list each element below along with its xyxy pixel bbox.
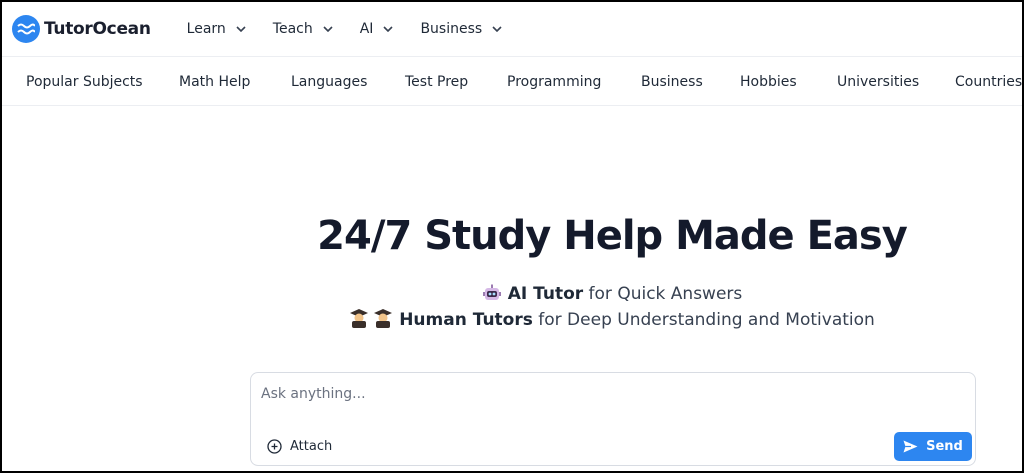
main-menu: Learn Teach AI Business	[187, 21, 530, 37]
nav-item-label: AI	[359, 21, 374, 37]
send-label: Send	[926, 439, 963, 454]
hero-line-human: Human Tutors for Deep Understanding and …	[2, 308, 1022, 333]
brand-logo[interactable]: TutorOcean	[12, 15, 151, 43]
category-test-prep[interactable]: Test Prep	[405, 74, 468, 90]
category-programming[interactable]: Programming	[507, 74, 601, 90]
category-business[interactable]: Business	[641, 74, 703, 90]
wave-icon	[12, 15, 40, 43]
plus-circle-icon	[267, 439, 282, 454]
category-math-help[interactable]: Math Help	[179, 74, 250, 90]
nav-item-ai[interactable]: AI	[360, 21, 394, 37]
category-hobbies[interactable]: Hobbies	[740, 74, 797, 90]
category-popular-subjects[interactable]: Popular Subjects	[26, 74, 143, 90]
category-languages[interactable]: Languages	[291, 74, 367, 90]
nav-item-business[interactable]: Business	[420, 21, 502, 37]
hero-title: 24/7 Study Help Made Easy	[317, 213, 908, 259]
brand-name: TutorOcean	[44, 19, 151, 39]
category-countries[interactable]: Countries	[955, 74, 1022, 90]
chevron-down-icon	[236, 26, 246, 32]
nav-item-label: Teach	[272, 21, 313, 37]
send-button[interactable]: Send	[894, 432, 972, 461]
ask-box: Attach Send	[250, 372, 976, 466]
attach-label: Attach	[290, 439, 333, 454]
graduate-icon	[349, 308, 393, 333]
chevron-down-icon	[383, 26, 394, 32]
page-frame: TutorOcean Learn Teach AI Business Popul…	[0, 0, 1024, 473]
nav-item-teach[interactable]: Teach	[273, 21, 333, 37]
robot-icon	[482, 284, 502, 307]
chevron-down-icon	[492, 26, 502, 32]
human-tutors-rest: for Deep Understanding and Motivation	[538, 310, 875, 330]
hero-line-ai: AI Tutor for Quick Answers	[2, 284, 1022, 307]
nav-item-label: Learn	[186, 21, 226, 37]
ai-tutor-rest: for Quick Answers	[588, 284, 743, 304]
human-tutors-strong: Human Tutors	[399, 310, 533, 330]
nav-item-learn[interactable]: Learn	[187, 21, 246, 37]
ai-tutor-strong: AI Tutor	[507, 284, 584, 304]
attach-button[interactable]: Attach	[267, 439, 332, 454]
chevron-down-icon	[323, 26, 333, 32]
top-navigation: TutorOcean Learn Teach AI Business	[2, 2, 1022, 57]
category-universities[interactable]: Universities	[837, 74, 919, 90]
ask-input[interactable]	[261, 382, 961, 406]
nav-item-label: Business	[420, 21, 483, 37]
send-icon	[903, 440, 918, 453]
category-bar: Popular Subjects Math Help Languages Tes…	[2, 58, 1022, 106]
